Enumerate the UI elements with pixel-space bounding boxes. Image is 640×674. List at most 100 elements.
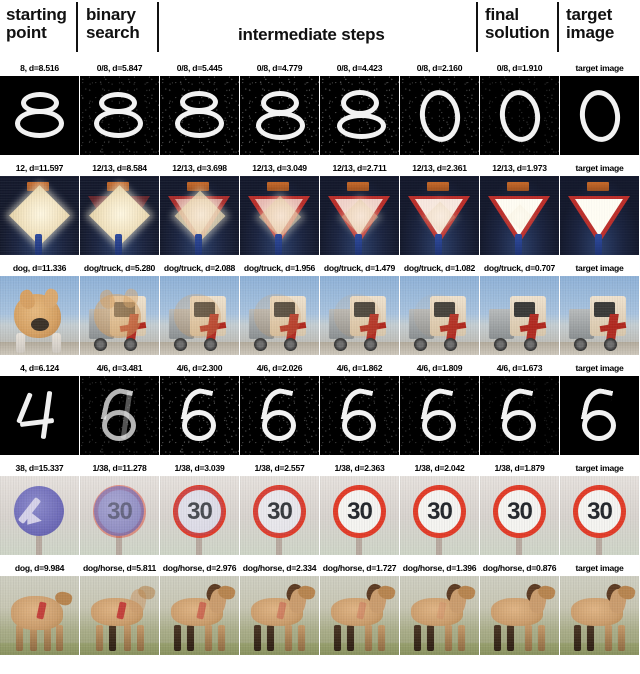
thumbnail-dog2[interactable] [0,576,79,655]
thumbnail-mnist-step4[interactable] [400,76,479,155]
thumbnail-mnist-step1[interactable] [160,76,239,155]
grid-cell[interactable]: 12/13, d=3.698 [160,160,239,255]
thumbnail-dogtruck-d[interactable] [320,276,399,355]
thumbnail-dogtruck-e[interactable] [400,276,479,355]
grid-cell[interactable]: 4/6, d=1.862 [320,360,399,455]
grid-cell[interactable]: dog/truck, d=2.088 [160,260,239,355]
thumbnail-sign-step-a[interactable] [80,176,159,255]
grid-cell[interactable]: 1/38, d=11.278 30 [80,460,159,555]
grid-cell[interactable]: dog/horse, d=5.811 [80,560,159,655]
grid-cell[interactable]: 8, d=8.516 [0,60,79,155]
thumbnail-mnist46-b[interactable] [160,376,239,455]
thumbnail-mnist-8-noisy[interactable] [80,76,159,155]
grid-cell[interactable]: 12/13, d=2.711 [320,160,399,255]
thumbnail-sign138-b[interactable]: 30 [160,476,239,555]
grid-cell[interactable]: 12/13, d=1.973 [480,160,559,255]
grid-cell[interactable]: 0/8, d=4.779 [240,60,319,155]
thumbnail-sign-target-13[interactable] [560,176,639,255]
thumbnail-dogtruck-c[interactable] [240,276,319,355]
grid-cell[interactable]: 0/8, d=5.445 [160,60,239,155]
thumbnail-mnist-8[interactable] [0,76,79,155]
grid-cell[interactable]: dog/truck, d=5.280 [80,260,159,355]
grid-cell[interactable]: dog, d=11.336 [0,260,79,355]
grid-cell[interactable]: 12/13, d=3.049 [240,160,319,255]
thumbnail-sign-step-d[interactable] [320,176,399,255]
grid-cell[interactable]: dog/truck, d=1.479 [320,260,399,355]
thumbnail-sign138-final[interactable]: 30 [480,476,559,555]
thumbnail-dogtruck-final[interactable] [480,276,559,355]
grid-cell[interactable]: 12/13, d=2.361 [400,160,479,255]
grid-cell[interactable]: target image [560,560,639,655]
thumbnail-sign-step-e[interactable] [400,176,479,255]
grid-cell[interactable]: 0/8, d=4.423 [320,60,399,155]
thumbnail-mnist46-a[interactable] [80,376,159,455]
thumbnail-mnist46-final[interactable] [480,376,559,455]
thumbnail-truck-target[interactable] [560,276,639,355]
thumbnail-mnist46-c[interactable] [240,376,319,455]
grid-cell[interactable]: 4/6, d=2.300 [160,360,239,455]
grid-cell[interactable]: target image [560,360,639,455]
thumbnail-mnist-4[interactable] [0,376,79,455]
grid-cell[interactable]: 0/8, d=5.847 [80,60,159,155]
thumbnail-mnist-step3[interactable] [320,76,399,155]
thumbnail-doghorse-a[interactable] [80,576,159,655]
thumbnail-doghorse-e[interactable] [400,576,479,655]
thumbnail-mnist-target-6[interactable] [560,376,639,455]
grid-cell[interactable]: target image [560,60,639,155]
grid-cell[interactable]: dog/horse, d=1.727 [320,560,399,655]
thumbnail-dog[interactable] [0,276,79,355]
thumbnail-sign-step-b[interactable] [160,176,239,255]
grid-cell[interactable]: 0/8, d=2.160 [400,60,479,155]
grid-cell[interactable]: dog/horse, d=2.976 [160,560,239,655]
thumbnail-sign-12[interactable] [0,176,79,255]
grid-cell[interactable]: dog/truck, d=0.707 [480,260,559,355]
thumbnail-mnist46-d[interactable] [320,376,399,455]
thumbnail-sign138-c[interactable]: 30 [240,476,319,555]
thumbnail-mnist-target-0[interactable] [560,76,639,155]
thumbnail-doghorse-c[interactable] [240,576,319,655]
thumbnail-dogtruck-b[interactable] [160,276,239,355]
adversarial-progression-figure: starting point binary search intermediat… [0,0,640,674]
grid-cell[interactable]: 1/38, d=2.363 30 [320,460,399,555]
grid-cell[interactable]: 4/6, d=1.809 [400,360,479,455]
thumbnail-mnist46-e[interactable] [400,376,479,455]
grid-cell[interactable]: dog/horse, d=0.876 [480,560,559,655]
cell-caption: dog/truck, d=2.088 [163,263,236,273]
thumbnail-mnist-final[interactable] [480,76,559,155]
thumbnail-sign-step-c[interactable] [240,176,319,255]
thumbnail-doghorse-final[interactable] [480,576,559,655]
grid-cell[interactable]: 0/8, d=1.910 [480,60,559,155]
cell-caption: 4/6, d=2.026 [256,363,303,373]
grid-cell[interactable]: 38, d=15.337 [0,460,79,555]
thumbnail-sign138-e[interactable]: 30 [400,476,479,555]
grid-cell[interactable]: target image 30 [560,460,639,555]
grid-cell[interactable]: dog/truck, d=1.956 [240,260,319,355]
grid-cell[interactable]: 12/13, d=8.584 [80,160,159,255]
grid-cell[interactable]: target image [560,260,639,355]
grid-cell[interactable]: dog, d=9.984 [0,560,79,655]
grid-cell[interactable]: 1/38, d=2.042 30 [400,460,479,555]
thumbnail-doghorse-d[interactable] [320,576,399,655]
table-row: dog, d=11.336 dog/truck, d=5.280 dog/tru… [0,260,640,360]
thumbnail-sign-target-1[interactable]: 30 [560,476,639,555]
thumbnail-sign-final[interactable] [480,176,559,255]
grid-cell[interactable]: target image [560,160,639,255]
grid-cell[interactable]: 1/38, d=1.879 30 [480,460,559,555]
grid-cell[interactable]: 12, d=11.597 [0,160,79,255]
grid-cell[interactable]: 4/6, d=1.673 [480,360,559,455]
thumbnail-horse-target[interactable] [560,576,639,655]
thumbnail-sign138-d[interactable]: 30 [320,476,399,555]
grid-cell[interactable]: 4/6, d=3.481 [80,360,159,455]
thumbnail-sign-38[interactable] [0,476,79,555]
thumbnail-sign138-a[interactable]: 30 [80,476,159,555]
grid-cell[interactable]: dog/horse, d=2.334 [240,560,319,655]
grid-cell[interactable]: 4/6, d=2.026 [240,360,319,455]
grid-cell[interactable]: dog/truck, d=1.082 [400,260,479,355]
grid-cell[interactable]: 1/38, d=3.039 30 [160,460,239,555]
thumbnail-mnist-step2[interactable] [240,76,319,155]
thumbnail-doghorse-b[interactable] [160,576,239,655]
grid-cell[interactable]: dog/horse, d=1.396 [400,560,479,655]
grid-cell[interactable]: 4, d=6.124 [0,360,79,455]
thumbnail-dogtruck-a[interactable] [80,276,159,355]
grid-cell[interactable]: 1/38, d=2.557 30 [240,460,319,555]
